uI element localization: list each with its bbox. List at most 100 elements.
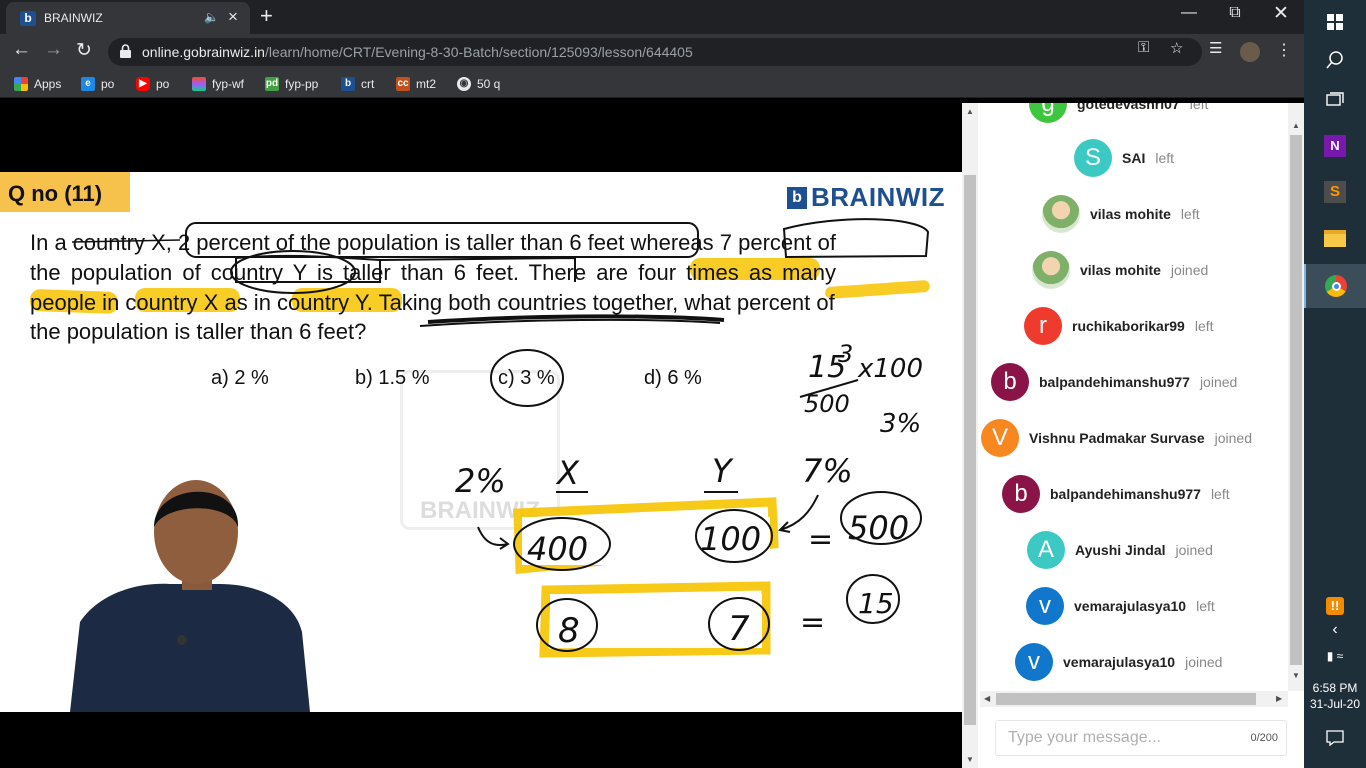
chat-scrollbar-thumb[interactable] — [1290, 135, 1302, 665]
action-center-icon[interactable] — [1304, 716, 1366, 760]
chrome-icon[interactable] — [1304, 264, 1366, 308]
cc-icon: cc — [396, 77, 410, 91]
chat-scroll-up-icon[interactable]: ▲ — [1292, 121, 1300, 130]
bookmark-star-icon[interactable]: ☆ — [1170, 39, 1183, 57]
char-counter: 0/200 — [1250, 732, 1278, 744]
hw-tall-y: 7 — [728, 609, 750, 649]
scroll-right-icon[interactable]: ▶ — [1276, 694, 1282, 703]
reload-button[interactable]: ↻ — [76, 39, 92, 62]
scroll-left-icon[interactable]: ◀ — [984, 694, 990, 703]
chat-username: balpandehimanshu977 — [1039, 374, 1190, 390]
bookmark-50q[interactable]: ◉ 50 q — [457, 76, 500, 92]
brainwiz-favicon-icon: b — [20, 11, 36, 26]
bookmark-crt[interactable]: b crt — [341, 76, 374, 92]
close-tab-icon[interactable]: × — [228, 7, 238, 27]
chat-message: r ruchikaborikar99 left — [1024, 307, 1214, 345]
brainwiz-icon: b — [341, 77, 355, 91]
task-view-icon[interactable] — [1304, 78, 1366, 122]
back-button[interactable]: ← — [12, 39, 31, 61]
restore-button[interactable]: ⧉ — [1212, 4, 1258, 22]
bookmark-label: fyp-pp — [285, 77, 319, 91]
globe-icon: ◉ — [457, 77, 471, 91]
user-avatar: v — [1015, 643, 1053, 681]
chat-message: vilas mohite left — [1042, 195, 1200, 233]
scroll-down-icon[interactable]: ▼ — [966, 755, 974, 764]
chat-status: joined — [1185, 654, 1223, 670]
user-avatar — [1042, 195, 1080, 233]
user-avatar: b — [1002, 475, 1040, 513]
chat-scrollbar[interactable]: ▲ ▼ — [1288, 103, 1304, 691]
sublime-icon[interactable]: S — [1304, 170, 1366, 214]
chat-username: Ayushi Jindal — [1075, 542, 1166, 558]
lock-icon — [120, 44, 131, 58]
chat-username: ruchikaborikar99 — [1072, 318, 1185, 334]
bookmark-po-youtube[interactable]: ▶ po — [136, 76, 169, 92]
chat-scroll-down-icon[interactable]: ▼ — [1292, 671, 1300, 680]
user-avatar: V — [981, 419, 1019, 457]
user-avatar: v — [1026, 587, 1064, 625]
bookmark-po-edge[interactable]: e po — [81, 76, 114, 92]
chat-input-box[interactable]: 0/200 — [995, 720, 1287, 756]
hw-tall-total: 15 — [858, 587, 894, 620]
file-explorer-icon[interactable] — [1304, 216, 1366, 260]
close-window-button[interactable]: ✕ — [1258, 2, 1304, 25]
forward-button[interactable]: → — [44, 39, 63, 61]
bookmarks-bar: Apps e po ▶ po fyp-wf pd fyp-pp b crt cc… — [0, 70, 1304, 98]
browser-toolbar: ← → ↻ online.gobrainwiz.in/learn/home/CR… — [0, 34, 1304, 70]
chat-horizontal-scrollbar[interactable]: ◀ ▶ — [980, 691, 1288, 707]
onenote-icon[interactable]: N — [1304, 124, 1366, 168]
system-clock[interactable]: 6:58 PM 31-Jul-20 — [1304, 680, 1366, 712]
chat-message: b balpandehimanshu977 joined — [991, 363, 1237, 401]
user-avatar — [1032, 251, 1070, 289]
user-avatar: g — [1029, 103, 1067, 123]
address-bar[interactable]: online.gobrainwiz.in/learn/home/CRT/Even… — [108, 38, 1202, 66]
presenter-video — [70, 480, 310, 712]
hw-equals-1: = — [808, 522, 833, 557]
live-chat-panel: ▲ ▼ g gotedevashri07 left S SAI left vilas moh… — [962, 103, 1304, 768]
browser-tab[interactable]: b BRAINWIZ 🔈 × — [6, 2, 250, 34]
chat-status: joined — [1170, 262, 1209, 278]
hw-fraction-numerator-reduced: 3 — [838, 340, 853, 368]
chat-message-input[interactable] — [1008, 729, 1228, 747]
chat-status: left — [1180, 206, 1200, 222]
chat-status: joined — [1199, 374, 1238, 390]
chat-message: A Ayushi Jindal joined — [1027, 531, 1213, 569]
chat-status: left — [1210, 486, 1230, 502]
tab-strip: b BRAINWIZ 🔈 × + — ⧉ ✕ — [0, 0, 1304, 34]
bookmark-label: fyp-wf — [212, 77, 245, 91]
menu-kebab-icon[interactable]: ⋮ — [1276, 40, 1292, 60]
search-icon[interactable] — [1304, 38, 1366, 82]
bookmark-label: po — [156, 77, 170, 91]
hw-label-y: Y — [712, 452, 734, 490]
chat-username: vemarajulasya10 — [1063, 654, 1176, 670]
speaker-icon[interactable]: 🔈 — [204, 10, 219, 24]
lesson-video-player[interactable]: Q no (11) b BRAINWIZ In a country X, 2 p… — [0, 103, 962, 768]
clock-time: 6:58 PM — [1312, 681, 1358, 695]
chat-message: V Vishnu Padmakar Survase joined — [981, 419, 1252, 457]
user-avatar: A — [1027, 531, 1065, 569]
media-control-icon[interactable]: ☰ — [1209, 39, 1222, 57]
chat-username: gotedevashri07 — [1077, 103, 1180, 112]
user-avatar: b — [991, 363, 1029, 401]
minimize-button[interactable]: — — [1166, 4, 1212, 22]
bookmark-apps[interactable]: Apps — [14, 76, 61, 92]
bookmark-fyp-pp[interactable]: pd fyp-pp — [265, 76, 318, 92]
hw-equals-2: = — [800, 605, 825, 640]
key-icon[interactable]: ⚿ — [1138, 39, 1149, 56]
url-text[interactable]: online.gobrainwiz.in/learn/home/CRT/Even… — [142, 44, 693, 60]
page-scrollbar-thumb[interactable] — [964, 175, 976, 725]
profile-avatar[interactable] — [1240, 42, 1260, 62]
page-scrollbar[interactable]: ▲ ▼ — [962, 103, 978, 768]
bookmark-mt2[interactable]: cc mt2 — [396, 76, 436, 92]
bookmark-label: mt2 — [416, 77, 437, 91]
scroll-up-icon[interactable]: ▲ — [966, 107, 974, 116]
hw-label-x: X — [555, 454, 580, 492]
chat-horizontal-scrollbar-thumb[interactable] — [996, 693, 1256, 705]
bookmark-label: po — [101, 77, 115, 91]
chat-username: vilas mohite — [1080, 262, 1161, 278]
bookmark-fyp-wf[interactable]: fyp-wf — [192, 76, 244, 92]
chat-status: left — [1155, 150, 1175, 166]
new-tab-button[interactable]: + — [260, 3, 273, 29]
hw-population-x: 400 — [527, 530, 588, 568]
battery-wifi-icon[interactable]: ▮ ≈ — [1304, 634, 1366, 678]
